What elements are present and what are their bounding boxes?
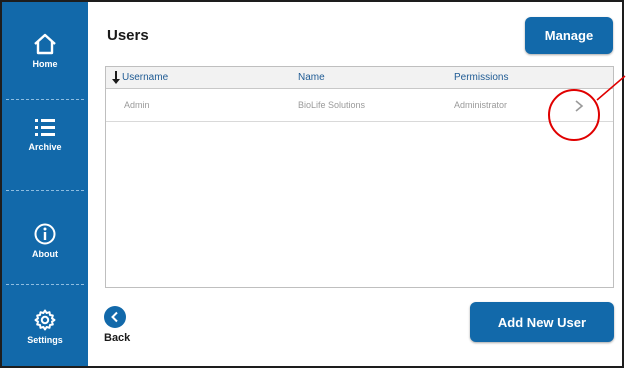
gear-icon (34, 309, 56, 331)
column-header-name[interactable]: Name (298, 72, 325, 83)
sidebar-divider (6, 99, 84, 100)
manage-button[interactable]: Manage (525, 17, 613, 54)
sidebar-item-label: About (32, 249, 58, 259)
column-header-username[interactable]: Username (122, 72, 168, 83)
sidebar-item-label: Home (32, 59, 58, 69)
sidebar-item-home[interactable]: Home (2, 32, 88, 69)
table-row[interactable]: Admin BioLife Solutions Administrator (106, 89, 613, 122)
sidebar-item-label: Settings (27, 335, 63, 345)
cell-name: BioLife Solutions (298, 100, 366, 110)
sidebar-divider (6, 284, 84, 285)
callout-circle (548, 89, 600, 141)
sidebar-item-archive[interactable]: Archive (2, 115, 88, 152)
sidebar-item-about[interactable]: About (2, 222, 88, 259)
back-button[interactable]: Back (104, 306, 130, 344)
sidebar-item-settings[interactable]: Settings (2, 308, 88, 345)
sidebar: Home Archive About Settings (2, 2, 88, 366)
page-title: Users (107, 27, 149, 44)
cell-username: Admin (124, 100, 150, 110)
cell-permissions: Administrator (454, 100, 508, 110)
users-table: Username Name Permissions Admin BioLife … (105, 66, 614, 288)
info-icon (34, 223, 56, 245)
callout-line (596, 75, 626, 101)
back-label: Back (104, 332, 131, 344)
sidebar-item-label: Archive (28, 142, 62, 152)
sidebar-divider (6, 190, 84, 191)
add-new-user-button[interactable]: Add New User (470, 302, 614, 342)
sort-down-icon (112, 71, 120, 84)
home-icon (34, 33, 56, 55)
table-header: Username Name Permissions (106, 67, 613, 89)
back-arrow-icon (104, 306, 126, 328)
column-header-permissions[interactable]: Permissions (454, 72, 508, 83)
list-icon (35, 119, 55, 136)
